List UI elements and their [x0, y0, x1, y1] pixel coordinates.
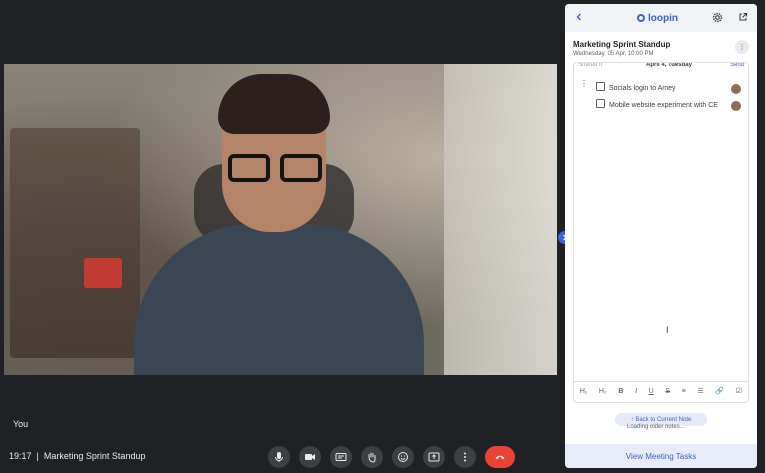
- assignee-avatar[interactable]: [731, 84, 741, 94]
- brand-logo: loopin: [637, 13, 678, 24]
- task-item: Socials login to Amey: [596, 82, 726, 95]
- panel-header: loopin: [565, 4, 757, 32]
- bullet-list-button[interactable]: ☰: [697, 387, 703, 395]
- bold-button[interactable]: B: [618, 388, 623, 395]
- captions-button[interactable]: [330, 446, 352, 468]
- meeting-separator: |: [36, 451, 39, 461]
- more-options-button[interactable]: [454, 446, 476, 468]
- drag-handle-icon[interactable]: ⋮: [580, 79, 588, 88]
- task-text[interactable]: Socials login to Amey: [609, 85, 676, 92]
- loading-older-notes: Loading older notes...: [627, 424, 685, 430]
- call-controls: [268, 446, 515, 468]
- participant-video: [4, 64, 557, 375]
- brand-name: loopin: [648, 13, 678, 24]
- ordered-list-button[interactable]: ≡: [682, 388, 686, 395]
- participant-name-label: You: [13, 419, 29, 429]
- gear-icon[interactable]: [712, 12, 723, 23]
- mic-icon: [275, 452, 283, 462]
- task-checkbox[interactable]: [596, 82, 605, 91]
- strikethrough-button[interactable]: S: [665, 388, 670, 395]
- raise-hand-icon: [368, 452, 376, 463]
- mic-button[interactable]: [268, 446, 290, 468]
- assignee-avatar[interactable]: [731, 101, 741, 111]
- link-button[interactable]: 🔗: [715, 387, 724, 395]
- loopin-side-panel: loopin Marketing Sprint Standup Wednesda…: [565, 4, 757, 468]
- more-vert-icon: [464, 452, 466, 462]
- date-chip: April 4, Tuesday: [644, 62, 694, 68]
- background-shelf: [10, 128, 140, 358]
- present-button[interactable]: [423, 446, 445, 468]
- note-card[interactable]: Shared n April 4, Tuesday Send ⋮ Socials…: [573, 62, 749, 403]
- underline-button[interactable]: U: [649, 388, 654, 395]
- heading2-button[interactable]: H₂: [599, 388, 607, 395]
- participant-glasses: [228, 154, 324, 184]
- panel-meeting-title: Marketing Sprint Standup: [573, 40, 671, 49]
- heading1-button[interactable]: H₁: [580, 388, 587, 395]
- meeting-info: 19:17 | Marketing Sprint Standup: [9, 451, 145, 461]
- meeting-title: Marketing Sprint Standup: [43, 451, 146, 461]
- formatting-toolbar: H₁ H₂ B I U S ≡ ☰ 🔗 ☑: [574, 381, 748, 400]
- task-text[interactable]: Mobile website experiment with CE: [609, 102, 718, 109]
- popout-icon[interactable]: [738, 12, 748, 22]
- panel-meeting-datetime: Wednesday, 05 Apr, 10:00 PM: [573, 51, 654, 57]
- back-arrow-icon[interactable]: [574, 12, 584, 22]
- back-to-note-label: Back to Current Note: [635, 416, 692, 423]
- present-icon: [428, 452, 440, 462]
- camera-icon: [305, 454, 315, 460]
- checklist-button[interactable]: ☑: [736, 387, 742, 395]
- shared-note-row: Shared n: [578, 62, 603, 68]
- panel-more-button[interactable]: ⋮: [735, 40, 749, 54]
- background-red-object: [84, 258, 122, 288]
- camera-button[interactable]: [299, 446, 321, 468]
- background-door: [444, 64, 557, 375]
- send-link[interactable]: Send: [730, 63, 744, 68]
- italic-button[interactable]: I: [635, 388, 637, 395]
- participant-hair: [218, 74, 330, 134]
- captions-icon: [335, 453, 347, 461]
- end-call-icon: [495, 455, 505, 460]
- raise-hand-button[interactable]: [361, 446, 383, 468]
- emoji-button[interactable]: [392, 446, 414, 468]
- view-meeting-tasks-button[interactable]: View Meeting Tasks: [565, 444, 757, 468]
- end-call-button[interactable]: [485, 446, 515, 468]
- loopin-logo-icon: [637, 14, 645, 22]
- task-checkbox[interactable]: [596, 99, 605, 108]
- meeting-time: 19:17: [9, 451, 32, 461]
- emoji-icon: [398, 452, 408, 462]
- task-item: Mobile website experiment with CE: [596, 99, 726, 112]
- text-cursor-icon: I: [666, 325, 669, 335]
